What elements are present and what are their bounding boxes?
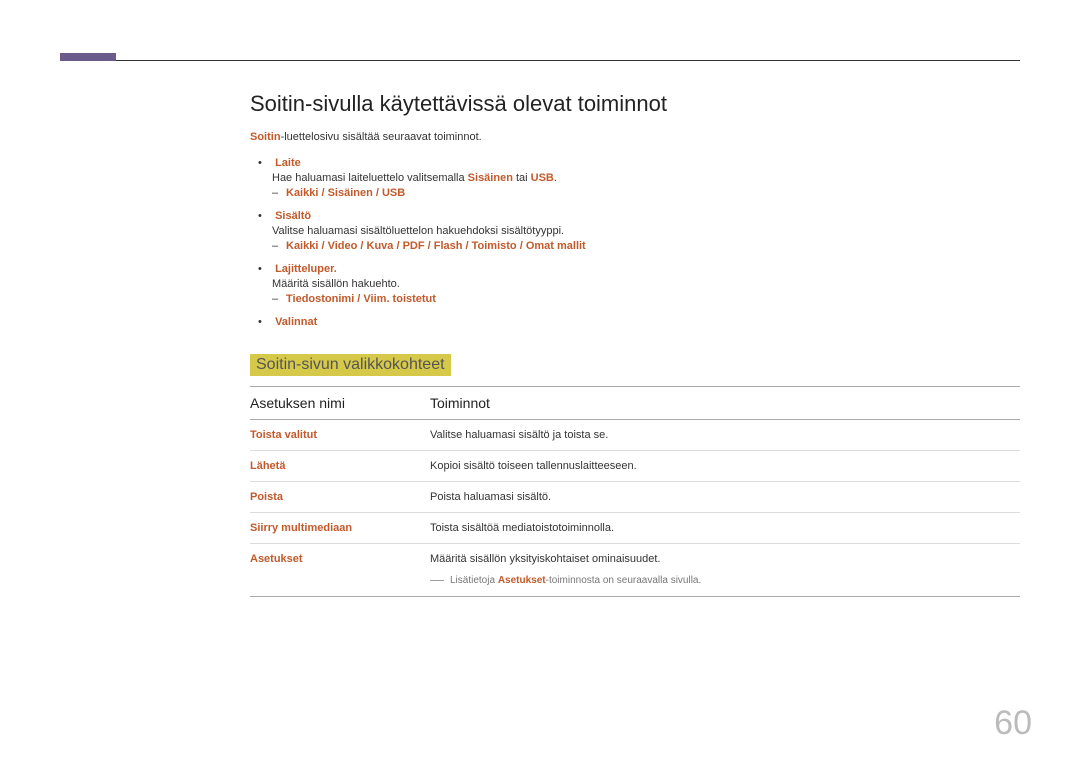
item-desc-sisalto: Valitse haluamasi sisältöluettelon hakue… xyxy=(272,225,1020,237)
row-func: Valitse haluamasi sisältö ja toista se. xyxy=(430,420,1020,451)
intro-text: Soitin-luettelosivu sisältää seuraavat t… xyxy=(250,131,1020,143)
options-table: Asetuksen nimi Toiminnot Toista valitut … xyxy=(250,386,1020,597)
table-row: Lähetä Kopioi sisältö toiseen tallennusl… xyxy=(250,451,1020,482)
asetukset-note: ―Lisätietoja Asetukset-toiminnosta on se… xyxy=(430,571,1020,587)
row-name: Toista valitut xyxy=(250,420,430,451)
main-content: Soitin-sivulla käytettävissä olevat toim… xyxy=(250,91,1020,597)
table-row: Poista Poista haluamasi sisältö. xyxy=(250,482,1020,513)
item-sub-laite: Kaikki / Sisäinen / USB xyxy=(286,187,1020,199)
item-desc-lajittelu: Määritä sisällön hakuehto. xyxy=(272,278,1020,290)
row-func: Määritä sisällön yksityiskohtaiset omina… xyxy=(430,544,1020,597)
item-label-sisalto: Sisältö xyxy=(275,210,311,222)
page-number: 60 xyxy=(994,704,1032,743)
item-label-laite: Laite xyxy=(275,157,301,169)
item-label-lajittelu: Lajitteluper. xyxy=(275,263,337,275)
item-label-valinnat: Valinnat xyxy=(275,316,317,328)
section-indicator-tab xyxy=(60,53,116,61)
row-func: Toista sisältöä mediatoistotoiminnolla. xyxy=(430,513,1020,544)
item-desc-laite: Hae haluamasi laiteluettelo valitsemalla… xyxy=(272,172,1020,184)
th-functions: Toiminnot xyxy=(430,387,1020,420)
section-title-valikkokohteet: Soitin-sivun valikkokohteet xyxy=(250,354,451,376)
row-name: Poista xyxy=(250,482,430,513)
item-sub-lajittelu: Tiedostonimi / Viim. toistetut xyxy=(286,293,1020,305)
row-func: Kopioi sisältö toiseen tallennuslaittees… xyxy=(430,451,1020,482)
page-title: Soitin-sivulla käytettävissä olevat toim… xyxy=(250,91,1020,117)
table-row: Asetukset Määritä sisällön yksityiskohta… xyxy=(250,544,1020,597)
table-row: Siirry multimediaan Toista sisältöä medi… xyxy=(250,513,1020,544)
row-name: Asetukset xyxy=(250,544,430,597)
item-sub-sisalto: Kaikki / Video / Kuva / PDF / Flash / To… xyxy=(286,240,1020,252)
row-func: Poista haluamasi sisältö. xyxy=(430,482,1020,513)
table-row: Toista valitut Valitse haluamasi sisältö… xyxy=(250,420,1020,451)
function-list: Laite Hae haluamasi laiteluettelo valits… xyxy=(250,153,1020,332)
th-setting-name: Asetuksen nimi xyxy=(250,387,430,420)
intro-bold: Soitin xyxy=(250,131,281,143)
row-name: Lähetä xyxy=(250,451,430,482)
row-name: Siirry multimediaan xyxy=(250,513,430,544)
